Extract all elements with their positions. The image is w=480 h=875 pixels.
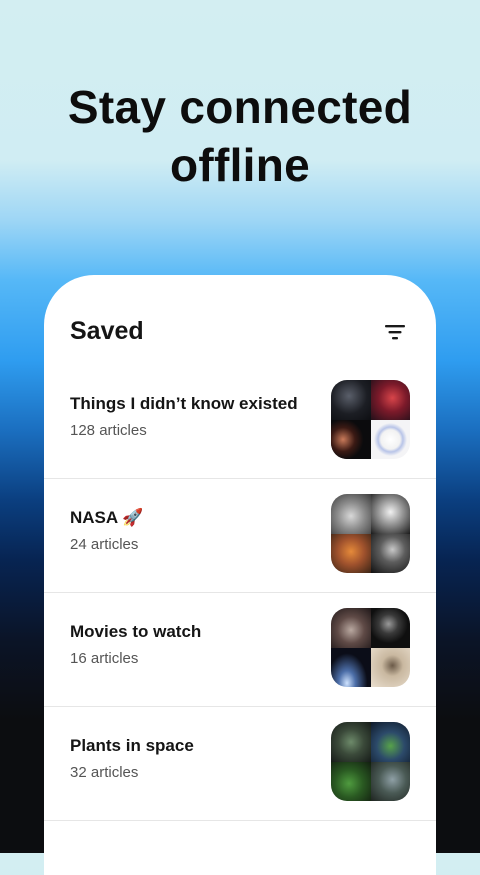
list-name: Plants in space xyxy=(70,736,194,755)
list-thumbnail xyxy=(331,380,410,459)
list-item[interactable]: Movies to watch 16 articles xyxy=(44,593,436,707)
list-name: NASA 🚀 xyxy=(70,508,144,527)
list-item[interactable]: Plants in space 32 articles xyxy=(44,707,436,821)
list-item[interactable]: Things I didn’t know existed 128 article… xyxy=(44,365,436,479)
list-item[interactable]: NASA 🚀 24 articles xyxy=(44,479,436,593)
list-thumbnail xyxy=(331,494,410,573)
list-count: 128 articles xyxy=(70,422,147,439)
filter-button[interactable] xyxy=(380,317,410,347)
list-name: Movies to watch xyxy=(70,622,202,641)
filter-icon xyxy=(385,325,405,340)
list-count: 32 articles xyxy=(70,764,139,781)
saved-title: Saved xyxy=(70,317,144,345)
list-thumbnail xyxy=(331,608,410,687)
list-count: 24 articles xyxy=(70,536,139,553)
list-thumbnail xyxy=(331,722,410,801)
card-header: Saved xyxy=(70,315,410,349)
list-count: 16 articles xyxy=(70,650,139,667)
saved-lists: Things I didn’t know existed 128 article… xyxy=(44,365,436,821)
headline-line-1: Stay connected xyxy=(67,81,413,133)
headline: Stay connected offline xyxy=(0,78,480,194)
headline-line-2: offline xyxy=(169,139,311,191)
list-name: Things I didn’t know existed xyxy=(70,394,298,413)
saved-card: Saved Things I didn’t know existed 128 a… xyxy=(44,275,436,875)
